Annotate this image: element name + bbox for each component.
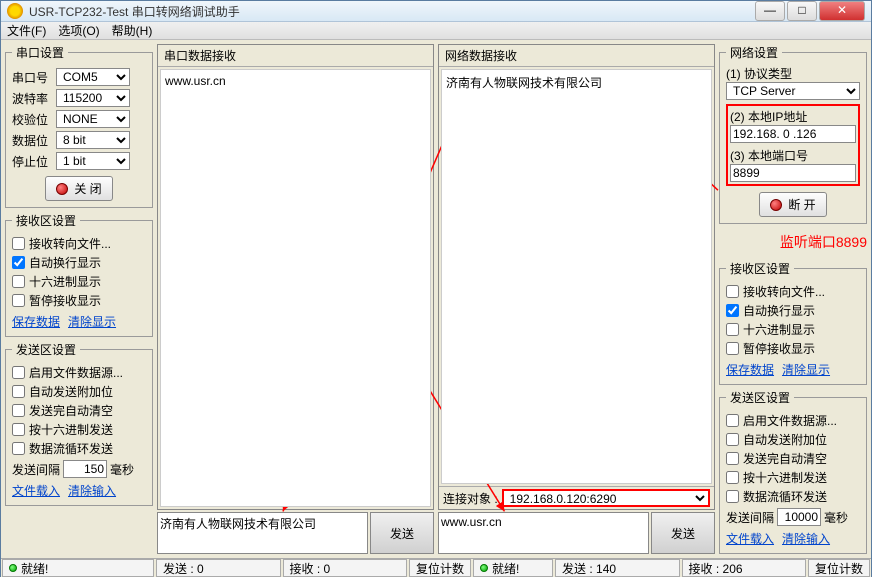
send-loop-right[interactable] — [726, 490, 739, 503]
parity-select[interactable]: NONE — [56, 110, 130, 128]
save-data-right[interactable]: 保存数据 — [726, 361, 774, 378]
menubar: 文件(F) 选项(O) 帮助(H) — [1, 22, 871, 40]
send-clear-after-right[interactable] — [726, 452, 739, 465]
send-loop-left[interactable] — [12, 442, 25, 455]
clear-display-left[interactable]: 清除显示 — [68, 313, 116, 330]
annotation-listen-port: 监听端口8899 — [719, 232, 867, 252]
menu-options[interactable]: 选项(O) — [58, 22, 99, 39]
file-load-left[interactable]: 文件载入 — [12, 482, 60, 499]
net-send-text[interactable]: www.usr.cn — [438, 512, 649, 554]
statusbar: 就绪! 发送 : 0 接收 : 0 复位计数 就绪! 发送 : 140 接收 :… — [1, 558, 871, 577]
stopbits-select[interactable]: 1 bit — [56, 152, 130, 170]
local-ip-input[interactable] — [730, 125, 856, 143]
recv-pause-right[interactable] — [726, 342, 739, 355]
save-data-left[interactable]: 保存数据 — [12, 313, 60, 330]
serial-close-button[interactable]: 关 闭 — [45, 176, 112, 201]
send-interval-right[interactable] — [777, 508, 821, 526]
serial-settings: 串口设置 串口号COM5 波特率115200 校验位NONE 数据位8 bit … — [5, 44, 153, 208]
recv-to-file-right[interactable] — [726, 285, 739, 298]
send-auto-extra-left[interactable] — [12, 385, 25, 398]
serial-recv-body[interactable]: www.usr.cn — [160, 69, 431, 507]
recv-pause-left[interactable] — [12, 294, 25, 307]
titlebar: USR-TCP232-Test 串口转网络调试助手 — □ ✕ — [1, 1, 871, 22]
clear-input-right[interactable]: 清除输入 — [782, 530, 830, 547]
recv-settings-right: 接收区设置 接收转向文件... 自动换行显示 十六进制显示 暂停接收显示 保存数… — [719, 260, 867, 385]
recv-autowrap-left[interactable] — [12, 256, 25, 269]
serial-port-select[interactable]: COM5 — [56, 68, 130, 86]
recv-settings-left: 接收区设置 接收转向文件... 自动换行显示 十六进制显示 暂停接收显示 保存数… — [5, 212, 153, 337]
send-hex-left[interactable] — [12, 423, 25, 436]
reset-count-right[interactable]: 复位计数 — [808, 559, 870, 577]
recv-autowrap-right[interactable] — [726, 304, 739, 317]
window-title: USR-TCP232-Test 串口转网络调试助手 — [29, 3, 755, 20]
send-auto-extra-right[interactable] — [726, 433, 739, 446]
send-from-file-right[interactable] — [726, 414, 739, 427]
net-recv-body[interactable]: 济南有人物联网技术有限公司 — [441, 69, 712, 484]
recv-hex-left[interactable] — [12, 275, 25, 288]
menu-help[interactable]: 帮助(H) — [112, 22, 153, 39]
send-settings-right: 发送区设置 启用文件数据源... 自动发送附加位 发送完自动清空 按十六进制发送… — [719, 389, 867, 554]
red-dot-icon — [56, 183, 68, 195]
net-settings: 网络设置 (1) 协议类型 TCP Server (2) 本地IP地址 (3) … — [719, 44, 867, 224]
ready-icon — [9, 564, 17, 572]
menu-file[interactable]: 文件(F) — [7, 22, 46, 39]
proto-select[interactable]: TCP Server — [726, 82, 860, 100]
recv-hex-right[interactable] — [726, 323, 739, 336]
serial-send-text[interactable]: 济南有人物联网技术有限公司 — [157, 512, 368, 554]
send-from-file-left[interactable] — [12, 366, 25, 379]
minimize-button[interactable]: — — [755, 1, 785, 21]
net-recv-pane: 网络数据接收 济南有人物联网技术有限公司 连接对象 : 192.168.0.12… — [438, 44, 715, 510]
reset-count-left[interactable]: 复位计数 — [409, 559, 471, 577]
red-dot-icon — [770, 199, 782, 211]
clear-input-left[interactable]: 清除输入 — [68, 482, 116, 499]
send-hex-right[interactable] — [726, 471, 739, 484]
send-interval-left[interactable] — [63, 460, 107, 478]
file-load-right[interactable]: 文件载入 — [726, 530, 774, 547]
serial-send-button[interactable]: 发送 — [370, 512, 434, 554]
app-icon — [7, 3, 23, 19]
clear-display-right[interactable]: 清除显示 — [782, 361, 830, 378]
maximize-button[interactable]: □ — [787, 1, 817, 21]
databits-select[interactable]: 8 bit — [56, 131, 130, 149]
send-clear-after-left[interactable] — [12, 404, 25, 417]
serial-recv-pane: 串口数据接收 www.usr.cn — [157, 44, 434, 510]
close-button[interactable]: ✕ — [819, 1, 865, 21]
local-port-input[interactable] — [730, 164, 856, 182]
send-settings-left: 发送区设置 启用文件数据源... 自动发送附加位 发送完自动清空 按十六进制发送… — [5, 341, 153, 506]
recv-to-file-left[interactable] — [12, 237, 25, 250]
conn-target-select[interactable]: 192.168.0.120:6290 — [502, 489, 710, 507]
ready-icon — [480, 564, 488, 572]
net-send-button[interactable]: 发送 — [651, 512, 715, 554]
baud-select[interactable]: 115200 — [56, 89, 130, 107]
net-disconnect-button[interactable]: 断 开 — [759, 192, 826, 217]
